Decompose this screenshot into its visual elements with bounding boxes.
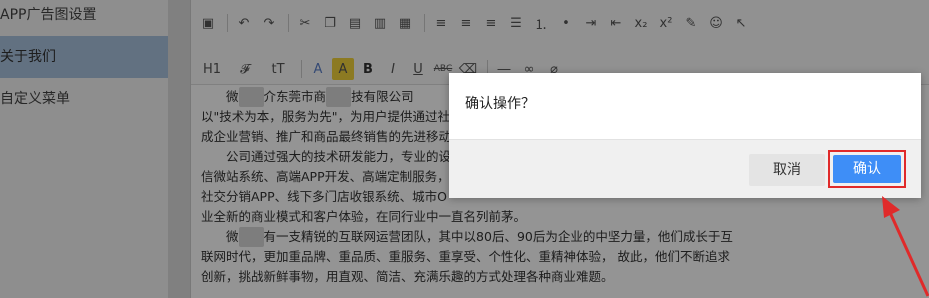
confirm-button[interactable]: 确认 xyxy=(833,155,901,183)
highlight-frame: 确认 xyxy=(828,150,906,188)
dialog-footer: 取消 确认 xyxy=(449,139,921,198)
red-arrow-icon xyxy=(882,196,929,297)
confirm-dialog: 确认操作？ 取消 确认 xyxy=(449,73,921,198)
dialog-message: 确认操作？ xyxy=(465,96,535,112)
cancel-button[interactable]: 取消 xyxy=(749,154,825,186)
